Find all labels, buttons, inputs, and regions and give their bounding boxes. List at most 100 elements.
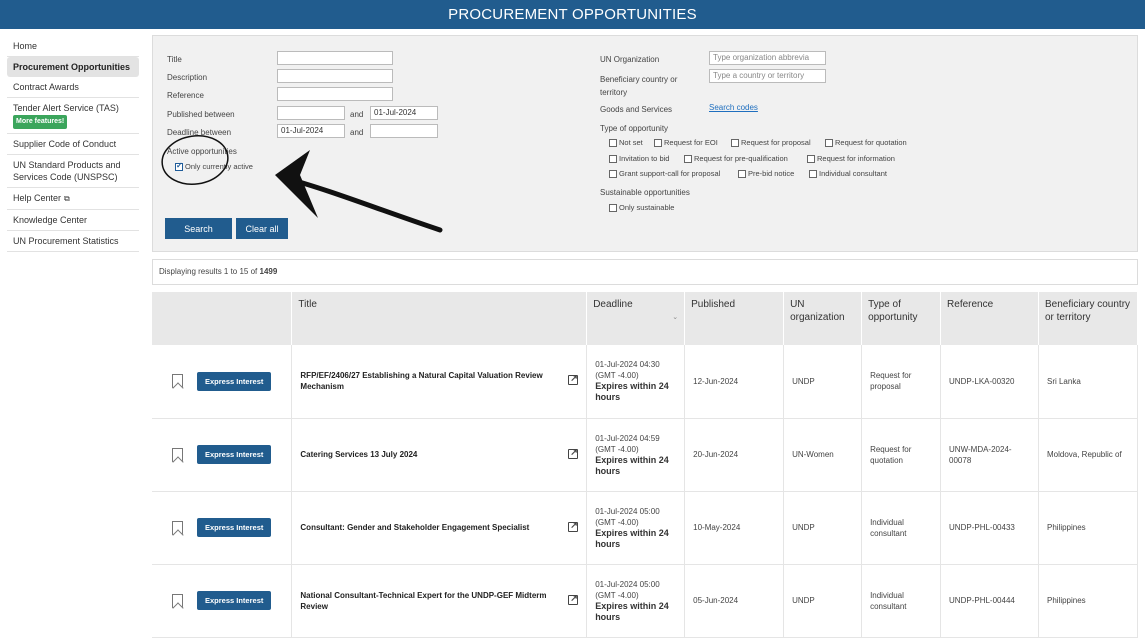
- only-sustainable-checkbox[interactable]: Only sustainable: [609, 203, 674, 212]
- description-input[interactable]: [277, 69, 393, 83]
- sidebar-item-procurement-opportunities[interactable]: Procurement Opportunities: [7, 57, 139, 77]
- row-title[interactable]: National Consultant-Technical Expert for…: [291, 564, 588, 638]
- sidebar-item-help-center[interactable]: Help Center ⧉: [7, 188, 139, 210]
- sidebar-item-home[interactable]: Home: [7, 36, 139, 57]
- expires-note: Expires within 24 hours: [595, 527, 669, 549]
- express-interest-button[interactable]: Express Interest: [197, 518, 272, 537]
- reference-label: Reference: [167, 91, 204, 100]
- external-link-icon[interactable]: [568, 520, 579, 532]
- row-org: UNDP: [783, 345, 863, 419]
- table-row: Express Interest National Consultant-Tec…: [152, 564, 1139, 638]
- bookmark-icon[interactable]: [172, 520, 183, 535]
- row-org: UN-Women: [783, 418, 863, 492]
- checkbox-label: Request for EOI: [664, 138, 718, 147]
- more-features-badge: More features!: [13, 115, 68, 129]
- type-eoi-checkbox[interactable]: Request for EOI: [654, 138, 718, 147]
- type-proposal-checkbox[interactable]: Request for proposal: [731, 138, 811, 147]
- express-interest-button[interactable]: Express Interest: [197, 371, 272, 391]
- type-quotation-checkbox[interactable]: Request for quotation: [825, 138, 907, 147]
- beneficiary-input[interactable]: Type a country or territory: [709, 69, 826, 83]
- sustainable-label: Sustainable opportunities: [600, 188, 690, 197]
- expires-note: Expires within 24 hours: [595, 600, 669, 622]
- row-deadline: 01-Jul-2024 04:59 (GMT -4.00) Expires with…: [586, 418, 686, 492]
- checkbox-label: Request for information: [817, 154, 895, 163]
- row-actions: Express Interest: [152, 491, 293, 565]
- type-prequal-checkbox[interactable]: Request for pre-qualification: [684, 154, 788, 163]
- row-deadline: 01-Jul-2024 05:00 (GMT -4.00) Expires with…: [586, 564, 686, 638]
- sidebar-item-statistics[interactable]: UN Procurement Statistics: [7, 231, 139, 252]
- row-title[interactable]: Consultant: Gender and Stakeholder Engag…: [291, 491, 588, 565]
- sidebar-item-contract-awards[interactable]: Contract Awards: [7, 77, 139, 98]
- deadline-tz: (GMT -4.00): [595, 371, 639, 381]
- type-label: Type of opportunity: [600, 124, 669, 133]
- row-org: UNDP: [783, 564, 863, 638]
- row-title-text: National Consultant-Technical Expert for…: [300, 590, 547, 611]
- type-info-checkbox[interactable]: Request for information: [807, 154, 895, 163]
- row-country: Sri Lanka: [1038, 345, 1139, 419]
- row-title-text: Catering Services 13 July 2024: [300, 450, 418, 459]
- row-reference: UNW-MDA-2024-00078: [940, 418, 1039, 492]
- row-reference: UNDP-PHL-00433: [940, 491, 1039, 565]
- express-interest-button[interactable]: Express Interest: [197, 591, 272, 610]
- col-published[interactable]: Published: [684, 292, 785, 345]
- search-codes-link[interactable]: Search codes: [709, 103, 758, 112]
- bookmark-icon[interactable]: [172, 593, 183, 608]
- un-org-input[interactable]: Type organization abbrevia: [709, 51, 826, 65]
- row-published: 05-Jun-2024: [684, 564, 785, 638]
- checkbox-box: [809, 169, 817, 178]
- row-title-text: Consultant: Gender and Stakeholder Engag…: [300, 523, 530, 532]
- expires-note: Expires within 24 hours: [595, 381, 669, 403]
- un-org-label: UN Organization: [600, 55, 660, 64]
- published-label: Published between: [167, 110, 235, 119]
- row-country: Philippines: [1038, 564, 1139, 638]
- reference-input[interactable]: [277, 87, 393, 101]
- row-reference: UNDP-LKA-00320: [940, 345, 1039, 419]
- checkbox-box: [609, 203, 617, 212]
- title-label: Title: [167, 55, 182, 64]
- col-reference[interactable]: Reference: [940, 292, 1039, 345]
- sidebar-item-supplier-code[interactable]: Supplier Code of Conduct: [7, 134, 139, 155]
- type-prebid-checkbox[interactable]: Pre-bid notice: [738, 169, 794, 178]
- published-to-input[interactable]: 01-Jul-2024: [370, 106, 438, 120]
- row-title[interactable]: Catering Services 13 July 2024: [291, 418, 588, 492]
- checkbox-box: [684, 154, 692, 163]
- external-link-icon[interactable]: [568, 373, 579, 386]
- bookmark-icon[interactable]: [172, 447, 183, 462]
- annotation-arrow: [161, 135, 443, 233]
- checkbox-label: Grant support-call for proposal: [619, 169, 721, 178]
- checkbox-box: [654, 138, 662, 147]
- expires-note: Expires within 24 hours: [595, 454, 669, 476]
- published-from-input[interactable]: [277, 106, 345, 120]
- bookmark-icon[interactable]: [172, 374, 183, 389]
- type-not-set-checkbox[interactable]: Not set: [609, 138, 643, 147]
- col-deadline[interactable]: Deadline ⌄: [586, 292, 686, 345]
- row-actions: Express Interest: [152, 345, 293, 419]
- opportunities-table: Title Deadline ⌄ Published UN organizati…: [152, 292, 1139, 638]
- row-published: 20-Jun-2024: [684, 418, 785, 492]
- deadline-date: 01-Jul-2024 04:59: [595, 433, 660, 443]
- row-title[interactable]: RFP/EF/2406/27 Establishing a Natural Ca…: [291, 345, 588, 419]
- external-link-icon[interactable]: [568, 593, 579, 605]
- express-interest-button[interactable]: Express Interest: [197, 445, 272, 464]
- sidebar-item-unspsc[interactable]: UN Standard Products and Services Code (…: [7, 155, 139, 188]
- checkbox-label: Request for pre-qualification: [694, 154, 788, 163]
- sidebar-item-tas[interactable]: Tender Alert Service (TAS) More features…: [7, 98, 139, 134]
- type-itb-checkbox[interactable]: Invitation to bid: [609, 154, 669, 163]
- sidebar: Home Procurement Opportunities Contract …: [7, 36, 139, 252]
- col-country[interactable]: Beneficiary country or territory: [1038, 292, 1139, 345]
- sidebar-item-knowledge-center[interactable]: Knowledge Center: [7, 210, 139, 231]
- type-consultant-checkbox[interactable]: Individual consultant: [809, 169, 887, 178]
- title-input[interactable]: [277, 51, 393, 65]
- col-title[interactable]: Title: [291, 292, 588, 345]
- col-type[interactable]: Type of opportunity: [861, 292, 942, 345]
- external-link-icon[interactable]: [568, 447, 579, 459]
- sidebar-item-label: Help Center: [13, 193, 62, 203]
- checkbox-box: [609, 169, 617, 178]
- col-un-org[interactable]: UN organization: [783, 292, 863, 345]
- row-actions: Express Interest: [152, 564, 293, 638]
- deadline-tz: (GMT -4.00): [595, 590, 639, 600]
- col-actions: [152, 292, 293, 345]
- goods-label: Goods and Services: [600, 105, 673, 114]
- type-grant-checkbox[interactable]: Grant support-call for proposal: [609, 169, 720, 178]
- checkbox-label: Invitation to bid: [619, 154, 670, 163]
